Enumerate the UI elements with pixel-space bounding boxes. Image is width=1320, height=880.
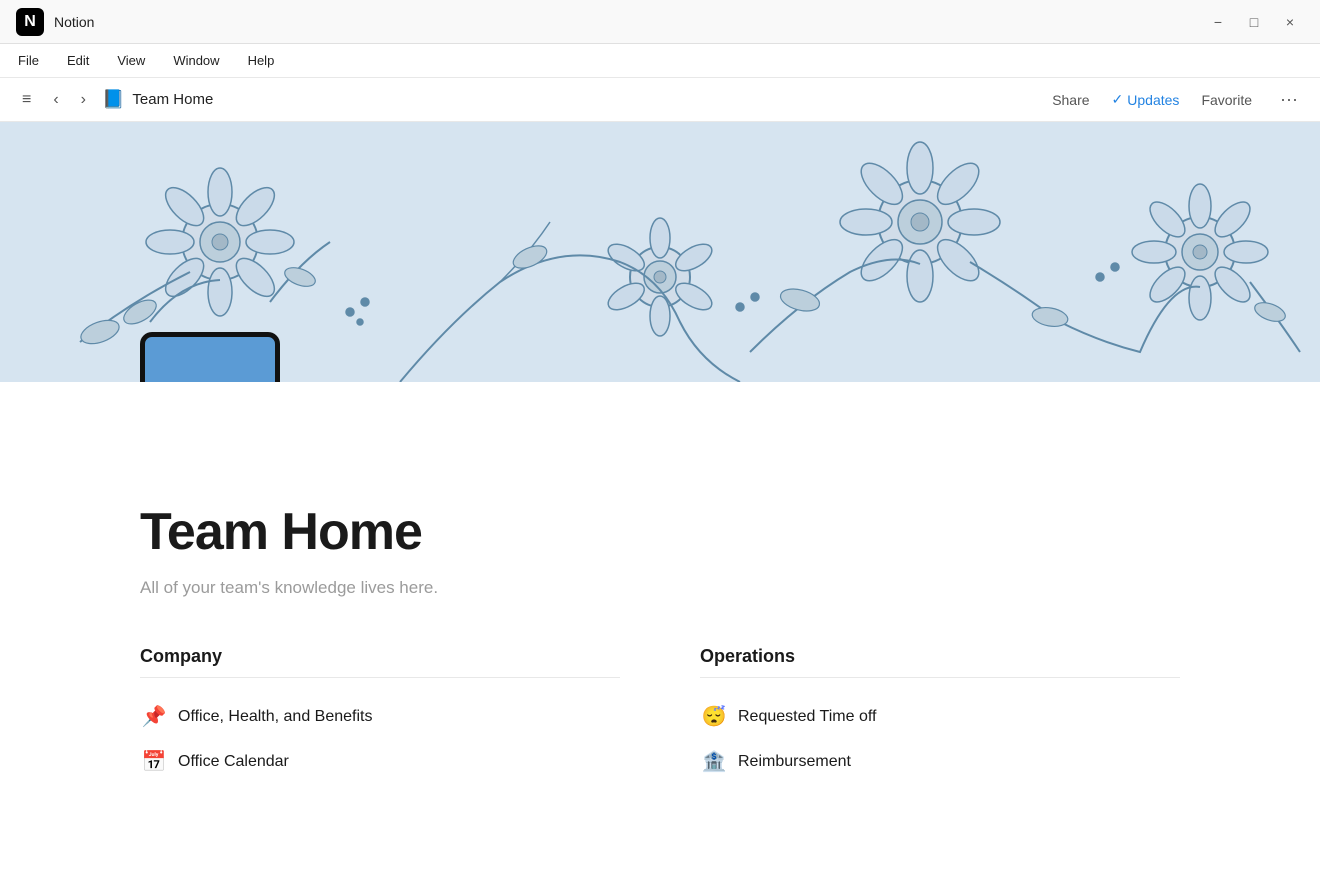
menu-file[interactable]: File bbox=[16, 49, 41, 72]
sections-grid: Company 📌 Office, Health, and Benefits 📅… bbox=[140, 646, 1180, 784]
title-bar-left: N Notion bbox=[16, 8, 94, 36]
time-off-icon: 😴 bbox=[700, 704, 728, 729]
requested-time-off-item[interactable]: 😴 Requested Time off bbox=[700, 694, 1180, 739]
page-book-icon bbox=[140, 332, 280, 382]
menu-edit[interactable]: Edit bbox=[65, 49, 91, 72]
page-breadcrumb: 📘 Team Home bbox=[102, 89, 213, 110]
updates-check-icon: ✓ bbox=[1112, 91, 1124, 108]
forward-button[interactable]: › bbox=[75, 87, 92, 113]
page-title: Team Home bbox=[140, 502, 1180, 562]
office-calendar-label: Office Calendar bbox=[178, 753, 289, 771]
office-health-label: Office, Health, and Benefits bbox=[178, 708, 372, 726]
updates-label: Updates bbox=[1127, 92, 1179, 108]
reimbursement-label: Reimbursement bbox=[738, 753, 851, 771]
sidebar-toggle-button[interactable]: ≡ bbox=[16, 87, 37, 113]
reimbursement-icon: 🏦 bbox=[700, 749, 728, 774]
operations-section-header: Operations bbox=[700, 646, 1180, 667]
reimbursement-item[interactable]: 🏦 Reimbursement bbox=[700, 739, 1180, 784]
office-calendar-item[interactable]: 📅 Office Calendar bbox=[140, 739, 620, 784]
title-bar: N Notion − □ × bbox=[0, 0, 1320, 44]
page-title-toolbar: Team Home bbox=[132, 91, 213, 108]
operations-section: Operations 😴 Requested Time off 🏦 Reimbu… bbox=[700, 646, 1180, 784]
window-controls: − □ × bbox=[1204, 8, 1304, 36]
office-health-icon: 📌 bbox=[140, 704, 168, 729]
cover-image bbox=[0, 122, 1320, 382]
app-name: Notion bbox=[54, 14, 94, 30]
close-button[interactable]: × bbox=[1276, 8, 1304, 36]
company-section-header: Company bbox=[140, 646, 620, 667]
page-subtitle: All of your team's knowledge lives here. bbox=[140, 578, 1180, 598]
operations-divider bbox=[700, 677, 1180, 678]
menu-bar: File Edit View Window Help bbox=[0, 44, 1320, 78]
menu-help[interactable]: Help bbox=[246, 49, 277, 72]
app-icon: N bbox=[16, 8, 44, 36]
time-off-label: Requested Time off bbox=[738, 708, 876, 726]
more-options-button[interactable]: ··· bbox=[1274, 85, 1304, 114]
toolbar-left: ≡ ‹ › 📘 Team Home bbox=[16, 87, 213, 113]
maximize-button[interactable]: □ bbox=[1240, 8, 1268, 36]
toolbar-right: Share ✓ Updates Favorite ··· bbox=[1046, 85, 1304, 114]
menu-view[interactable]: View bbox=[115, 49, 147, 72]
toolbar: ≡ ‹ › 📘 Team Home Share ✓ Updates Favori… bbox=[0, 78, 1320, 122]
company-divider bbox=[140, 677, 620, 678]
minimize-button[interactable]: − bbox=[1204, 8, 1232, 36]
updates-button[interactable]: ✓ Updates bbox=[1112, 91, 1180, 108]
office-health-benefits-item[interactable]: 📌 Office, Health, and Benefits bbox=[140, 694, 620, 739]
page-content: Team Home All of your team's knowledge l… bbox=[0, 382, 1320, 844]
company-section: Company 📌 Office, Health, and Benefits 📅… bbox=[140, 646, 620, 784]
share-button[interactable]: Share bbox=[1046, 88, 1095, 112]
page-cover-icon bbox=[140, 332, 280, 382]
page-icon-small: 📘 bbox=[102, 89, 124, 110]
menu-window[interactable]: Window bbox=[171, 49, 221, 72]
office-calendar-icon: 📅 bbox=[140, 749, 168, 774]
favorite-button[interactable]: Favorite bbox=[1195, 88, 1258, 112]
back-button[interactable]: ‹ bbox=[47, 87, 64, 113]
